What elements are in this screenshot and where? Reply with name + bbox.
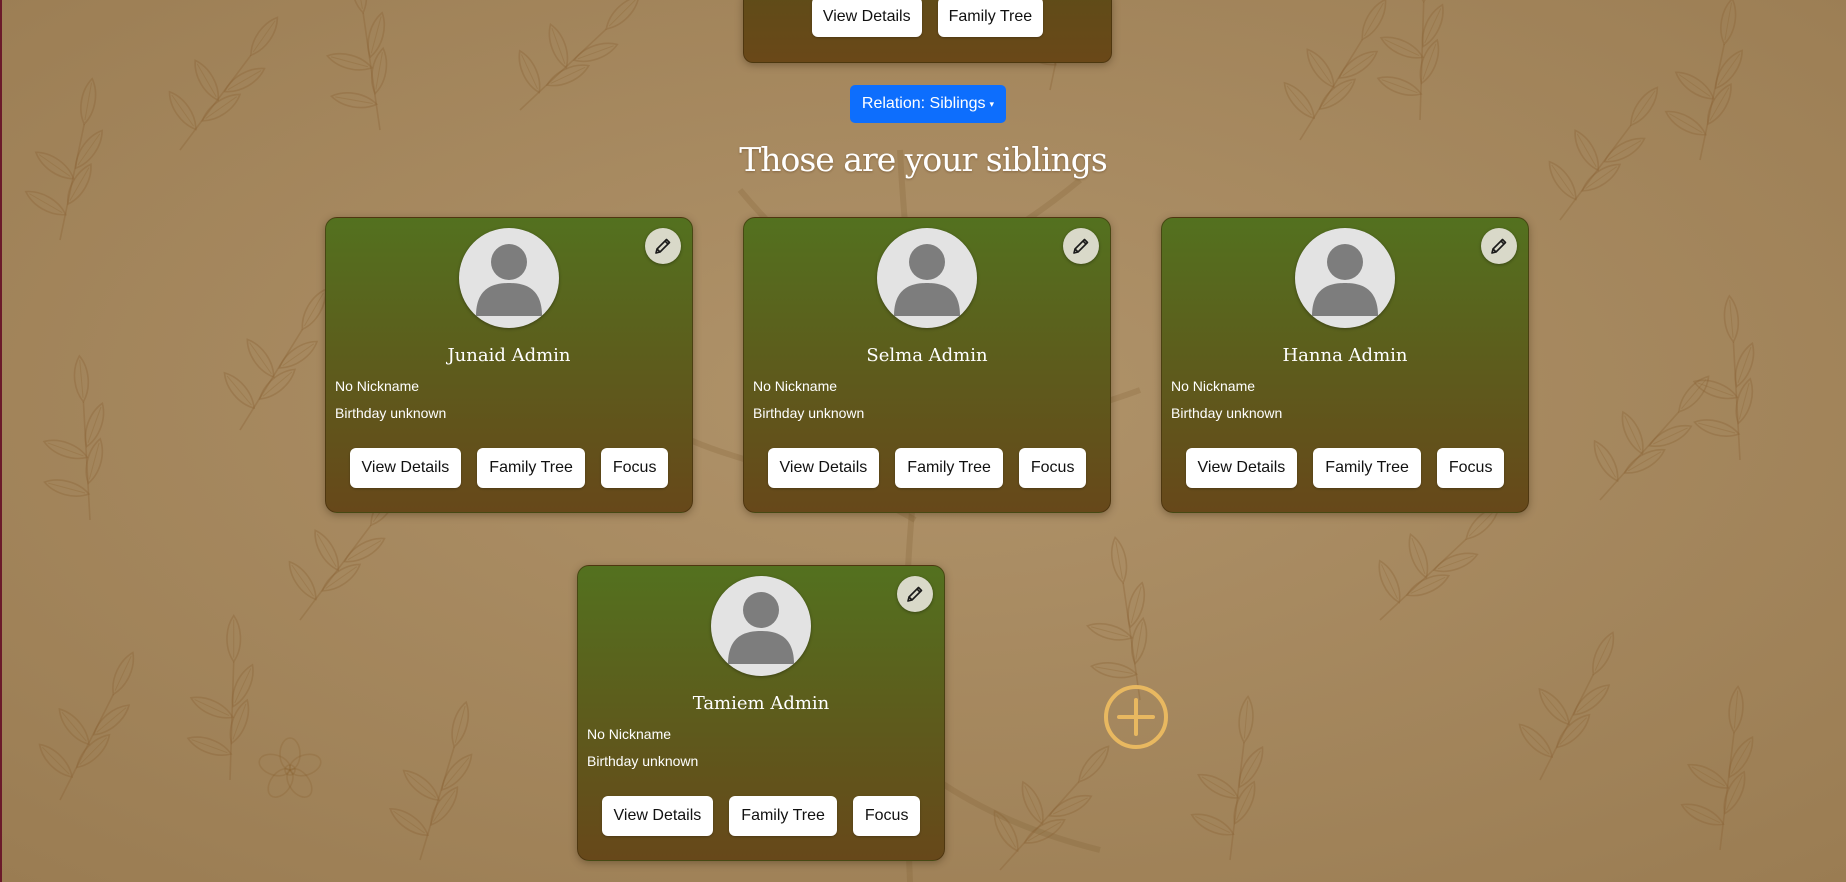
- family-tree-button[interactable]: Family Tree: [477, 448, 585, 488]
- edit-pencil-icon[interactable]: [1481, 228, 1517, 264]
- card-actions: View Details Family Tree Focus: [744, 448, 1110, 488]
- parent-card-partial: View Details Family Tree: [743, 0, 1112, 63]
- view-details-button[interactable]: View Details: [811, 0, 922, 37]
- sibling-nickname: No Nickname: [587, 726, 672, 742]
- edit-pencil-icon[interactable]: [897, 576, 933, 612]
- sibling-name: Hanna Admin: [1282, 345, 1408, 366]
- sibling-card: Hanna Admin No Nickname Birthday unknown…: [1161, 217, 1529, 513]
- caret-down-icon: ▾: [989, 98, 995, 109]
- focus-button[interactable]: Focus: [600, 448, 669, 488]
- sibling-card: Tamiem Admin No Nickname Birthday unknow…: [577, 565, 945, 861]
- family-tree-button[interactable]: Family Tree: [729, 796, 837, 836]
- sibling-card: Junaid Admin No Nickname Birthday unknow…: [325, 217, 693, 513]
- avatar-icon: [711, 576, 811, 676]
- sibling-nickname: No Nickname: [1171, 378, 1256, 394]
- focus-button[interactable]: Focus: [852, 796, 921, 836]
- sibling-birthday: Birthday unknown: [335, 405, 447, 421]
- sibling-nickname: No Nickname: [335, 378, 420, 394]
- view-details-button[interactable]: View Details: [767, 448, 880, 488]
- section-heading: Those are your siblings: [739, 140, 1108, 179]
- sibling-birthday: Birthday unknown: [1171, 405, 1283, 421]
- card-actions: View Details Family Tree: [744, 0, 1111, 37]
- family-tree-button[interactable]: Family Tree: [1313, 448, 1421, 488]
- view-details-button[interactable]: View Details: [1185, 448, 1298, 488]
- focus-button[interactable]: Focus: [1018, 448, 1087, 488]
- card-actions: View Details Family Tree Focus: [1162, 448, 1528, 488]
- edit-pencil-icon[interactable]: [1063, 228, 1099, 264]
- avatar-icon: [877, 228, 977, 328]
- left-edge-accent: [0, 0, 2, 882]
- sibling-birthday: Birthday unknown: [753, 405, 865, 421]
- view-details-button[interactable]: View Details: [601, 796, 714, 836]
- card-actions: View Details Family Tree Focus: [326, 448, 692, 488]
- sibling-birthday: Birthday unknown: [587, 753, 699, 769]
- add-sibling-plus-icon[interactable]: [1103, 684, 1169, 750]
- avatar-icon: [459, 228, 559, 328]
- edit-pencil-icon[interactable]: [645, 228, 681, 264]
- view-details-button[interactable]: View Details: [349, 448, 462, 488]
- family-tree-button[interactable]: Family Tree: [937, 0, 1044, 37]
- sibling-name: Junaid Admin: [447, 345, 571, 366]
- focus-button[interactable]: Focus: [1436, 448, 1505, 488]
- sibling-name: Selma Admin: [866, 345, 988, 366]
- avatar-icon: [1295, 228, 1395, 328]
- sibling-nickname: No Nickname: [753, 378, 838, 394]
- family-tree-button[interactable]: Family Tree: [895, 448, 1003, 488]
- relation-dropdown-label: Relation: Siblings: [861, 95, 986, 112]
- relation-dropdown[interactable]: Relation: Siblings ▾: [850, 85, 1006, 123]
- card-actions: View Details Family Tree Focus: [578, 796, 944, 836]
- sibling-name: Tamiem Admin: [692, 693, 830, 714]
- sibling-card: Selma Admin No Nickname Birthday unknown…: [743, 217, 1111, 513]
